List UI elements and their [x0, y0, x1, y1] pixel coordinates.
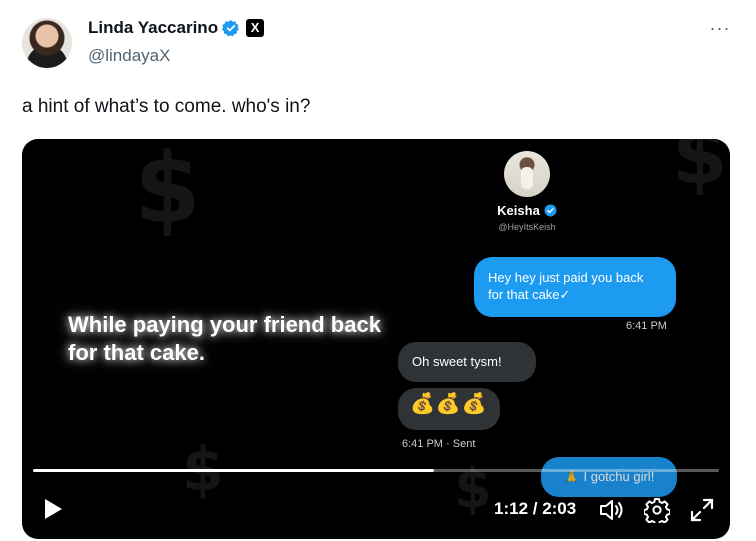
volume-icon[interactable]	[598, 497, 626, 523]
sent-message-bubble: 🙏 I gotchu girl!	[541, 457, 677, 497]
verified-badge-icon	[544, 204, 557, 217]
video-caption: While paying your friend back for that c…	[68, 312, 381, 365]
received-message-bubble: Oh sweet tysm!	[398, 342, 536, 382]
contact-handle: @HeyItsKeish	[498, 222, 556, 232]
fullscreen-icon[interactable]	[689, 497, 715, 523]
author-display-name[interactable]: Linda Yaccarino	[88, 18, 218, 38]
tweet-header: Linda Yaccarino X @lindayaX ···	[22, 14, 736, 74]
received-emoji-bubble: 💰💰💰	[398, 388, 500, 430]
author-avatar[interactable]	[22, 18, 72, 68]
dollar-decoration-icon: $	[672, 139, 728, 202]
contact-name-row: Keisha	[474, 203, 580, 218]
message-timestamp: 6:41 PM	[626, 320, 667, 332]
sent-message-bubble: Hey hey just paid you back for that cake…	[474, 257, 676, 317]
contact-avatar	[504, 151, 550, 197]
contact-name: Keisha	[497, 203, 540, 218]
more-options-button[interactable]: ···	[708, 19, 732, 42]
x-affiliate-badge[interactable]: X	[246, 19, 265, 37]
dollar-decoration-icon: $	[454, 457, 492, 520]
video-time-readout: 1:12 / 2:03	[494, 499, 577, 518]
author-handle[interactable]: @lindayaX	[88, 46, 170, 66]
author-name-row: Linda Yaccarino X	[88, 18, 265, 38]
verified-badge-icon	[222, 20, 239, 37]
tweet-text: a hint of what’s to come. who's in?	[22, 96, 311, 117]
video-player[interactable]: $ $ $ $ Keisha @HeyItsKeish Hey hey just…	[22, 139, 730, 539]
gear-icon[interactable]	[644, 497, 670, 523]
video-progress-bar[interactable]	[33, 469, 719, 472]
video-progress-fill	[33, 469, 435, 472]
message-status: 6:41 PM · Sent	[402, 438, 476, 450]
dollar-decoration-icon: $	[134, 139, 201, 245]
play-icon[interactable]	[38, 495, 66, 523]
